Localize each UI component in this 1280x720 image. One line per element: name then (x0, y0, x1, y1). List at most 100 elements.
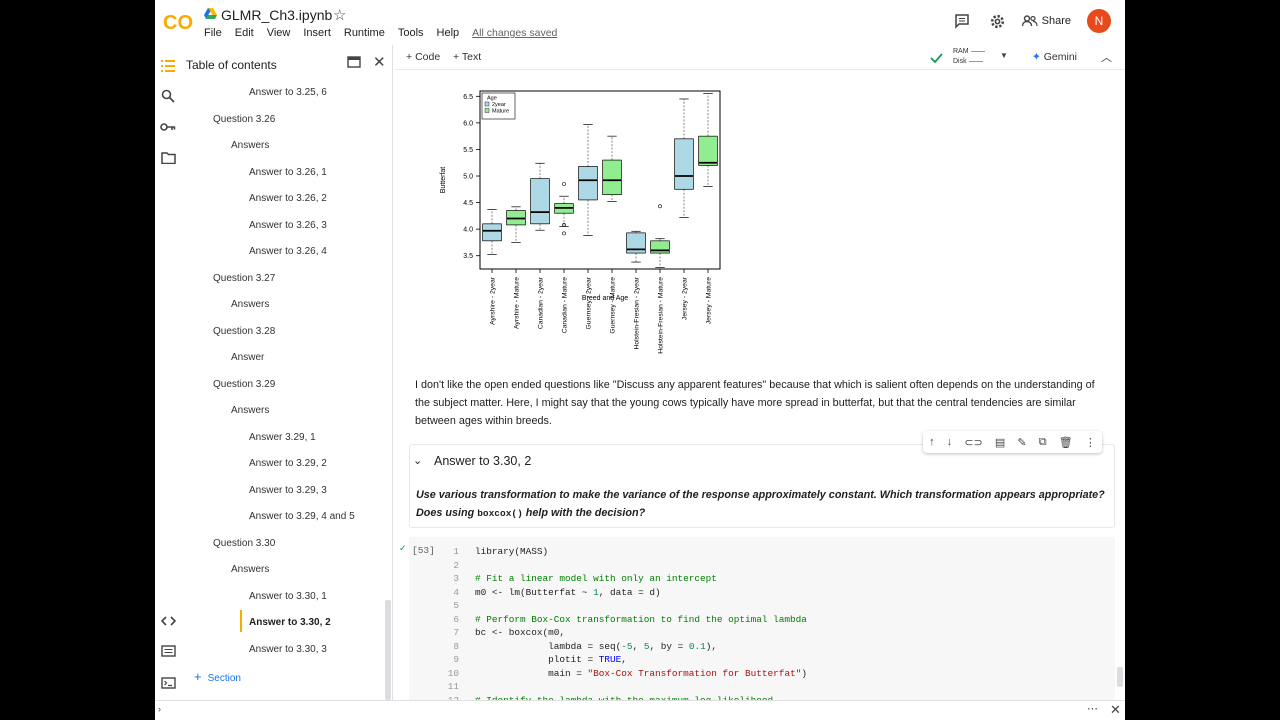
x-tick-label: Guernsey - Mature (610, 277, 617, 334)
toc-item[interactable]: Answer to 3.26, 1 (249, 167, 327, 178)
y-tick-label: 6.0 (463, 120, 473, 127)
star-icon[interactable]: ☆ (333, 6, 346, 24)
mirror-cell-icon[interactable]: ⧉ (1039, 436, 1047, 449)
toc-item[interactable]: Answer to 3.25, 6 (249, 87, 327, 98)
delete-icon[interactable]: 🗑 (1059, 436, 1073, 449)
resource-monitor[interactable]: RAM Disk (953, 47, 985, 67)
arrow-up-icon[interactable]: ↑ (929, 436, 935, 448)
add-text-button[interactable]: + Text (453, 51, 481, 63)
save-status[interactable]: All changes saved (472, 27, 557, 39)
close-icon[interactable]: ✕ (1110, 702, 1121, 718)
share-button[interactable]: Share (1021, 15, 1071, 27)
arrow-down-icon[interactable]: ↓ (947, 436, 953, 448)
toc-item[interactable]: Answer to 3.26, 2 (249, 193, 327, 204)
code-line: 8 lambda = seq(-5, 5, by = 0.1), (453, 640, 717, 652)
terminal-icon[interactable] (159, 674, 177, 692)
toc-item[interactable]: Question 3.26 (213, 114, 275, 125)
menu-help[interactable]: Help (437, 27, 460, 39)
code-editor[interactable]: 1 library(MASS) 2 3 # Fit a linear model wit… (445, 545, 807, 700)
gemini-label: Gemini (1043, 51, 1077, 63)
table-of-contents-icon[interactable] (159, 57, 177, 75)
toc-item[interactable]: Answer to 3.29, 4 and 5 (249, 511, 355, 522)
menu-view[interactable]: View (267, 27, 291, 39)
menu-tools[interactable]: Tools (398, 27, 424, 39)
y-tick-label: 5.5 (463, 147, 473, 154)
code-cell[interactable]: ✓ [53] 1 library(MASS) 2 3 # Fit a linear mo… (399, 537, 1115, 700)
disk-bar (968, 60, 983, 62)
run-success-icon: ✓ (399, 543, 407, 553)
toc-item[interactable]: Answers (231, 140, 269, 151)
gear-icon[interactable] (986, 9, 1010, 33)
add-section-label: Section (207, 673, 241, 684)
connected-check-icon[interactable] (930, 53, 943, 63)
header: CO GLMR_Ch3.ipynb ☆ File Edit View Inser… (155, 0, 1125, 45)
x-tick-label: Canadian - 2year (538, 276, 545, 329)
toc-item[interactable]: Question 3.27 (213, 273, 275, 284)
toc-item[interactable]: Answers (231, 405, 269, 416)
toc-item[interactable]: Answers (231, 564, 269, 575)
menu-file[interactable]: File (204, 27, 222, 39)
drive-icon[interactable] (204, 8, 217, 20)
box (578, 166, 598, 201)
toc-item[interactable]: Question 3.29 (213, 379, 275, 390)
runtime-dropdown-icon[interactable]: ▼ (1000, 51, 1008, 60)
toc-item[interactable]: Answers (231, 299, 269, 310)
code-line: 11 (447, 681, 459, 692)
x-tick-label: Canadian - Mature (562, 277, 569, 334)
add-section-button[interactable]: + Section (194, 669, 241, 684)
toc-item[interactable]: Answer to 3.30, 3 (249, 644, 327, 655)
chevron-right-icon[interactable]: › (158, 704, 161, 714)
y-axis-label: Butterfat (440, 167, 447, 194)
add-code-button[interactable]: + Code (406, 51, 440, 63)
comment-icon[interactable] (950, 9, 974, 33)
menu-insert[interactable]: Insert (303, 27, 331, 39)
more-vert-icon[interactable]: ⋮ (1085, 436, 1096, 449)
menu-edit[interactable]: Edit (235, 27, 254, 39)
folder-icon[interactable] (159, 149, 177, 167)
box (482, 223, 502, 242)
plus-icon: + (406, 51, 416, 63)
toc-item[interactable]: Answer to 3.30, 1 (249, 591, 327, 602)
box (698, 135, 718, 166)
cell-body-code: boxcox() (477, 508, 523, 519)
x-tick-label: Holstein-Fresian - 2year (634, 276, 641, 349)
code-line: 4 m0 <- lm(Butterfat ~ 1, data = d) (453, 586, 661, 598)
more-horiz-icon[interactable]: ⋯ (1087, 702, 1098, 715)
toc-item[interactable]: Question 3.30 (213, 538, 275, 549)
avatar[interactable]: N (1087, 9, 1111, 33)
toc-item[interactable]: Answer to 3.29, 2 (249, 458, 327, 469)
chevron-up-icon[interactable]: ︿ (1101, 49, 1112, 65)
link-icon[interactable]: ⊂⊃ (964, 436, 982, 449)
chevron-down-icon[interactable]: ⌄ (413, 454, 422, 467)
toc-item[interactable]: Answer (231, 352, 264, 363)
main-scrollbar[interactable] (1117, 667, 1123, 687)
toc-item[interactable]: Answer to 3.26, 4 (249, 246, 327, 257)
toc-item[interactable]: Answer 3.29, 1 (249, 432, 316, 443)
people-icon (1021, 15, 1038, 27)
open-in-tab-icon[interactable] (347, 56, 361, 68)
box (602, 159, 622, 195)
command-palette-icon[interactable] (159, 642, 177, 660)
box (674, 138, 694, 190)
notebook-title[interactable]: GLMR_Ch3.ipynb (221, 7, 332, 23)
y-tick-label: 4.0 (463, 227, 473, 234)
toc-item[interactable]: Answer to 3.29, 3 (249, 485, 327, 496)
edit-icon[interactable]: ✎ (1017, 436, 1026, 449)
sparkle-icon: ✦ (1032, 51, 1041, 63)
toc-item[interactable]: Question 3.28 (213, 326, 275, 337)
toc-scrollbar[interactable] (385, 600, 391, 700)
comment-icon[interactable]: ▤ (995, 436, 1005, 449)
markdown-paragraph[interactable]: I don't like the open ended questions li… (415, 376, 1105, 430)
toc-item[interactable]: Answer to 3.26, 3 (249, 220, 327, 231)
colab-logo[interactable]: CO (163, 8, 193, 34)
menu-runtime[interactable]: Runtime (344, 27, 385, 39)
close-icon[interactable]: ✕ (373, 53, 386, 71)
code-snippets-icon[interactable] (159, 612, 177, 630)
execution-count[interactable]: [53] (412, 545, 435, 556)
search-icon[interactable] (159, 87, 177, 105)
gemini-button[interactable]: ✦ Gemini (1032, 51, 1077, 63)
text-cell[interactable]: ⌄ Answer to 3.30, 2 Use various transfor… (409, 444, 1115, 528)
key-icon[interactable] (159, 118, 177, 136)
cell-toolbar: ↑ ↓ ⊂⊃ ▤ ✎ ⧉ 🗑 ⋮ (923, 431, 1102, 453)
toc-item[interactable]: Answer to 3.30, 2 (249, 617, 331, 628)
